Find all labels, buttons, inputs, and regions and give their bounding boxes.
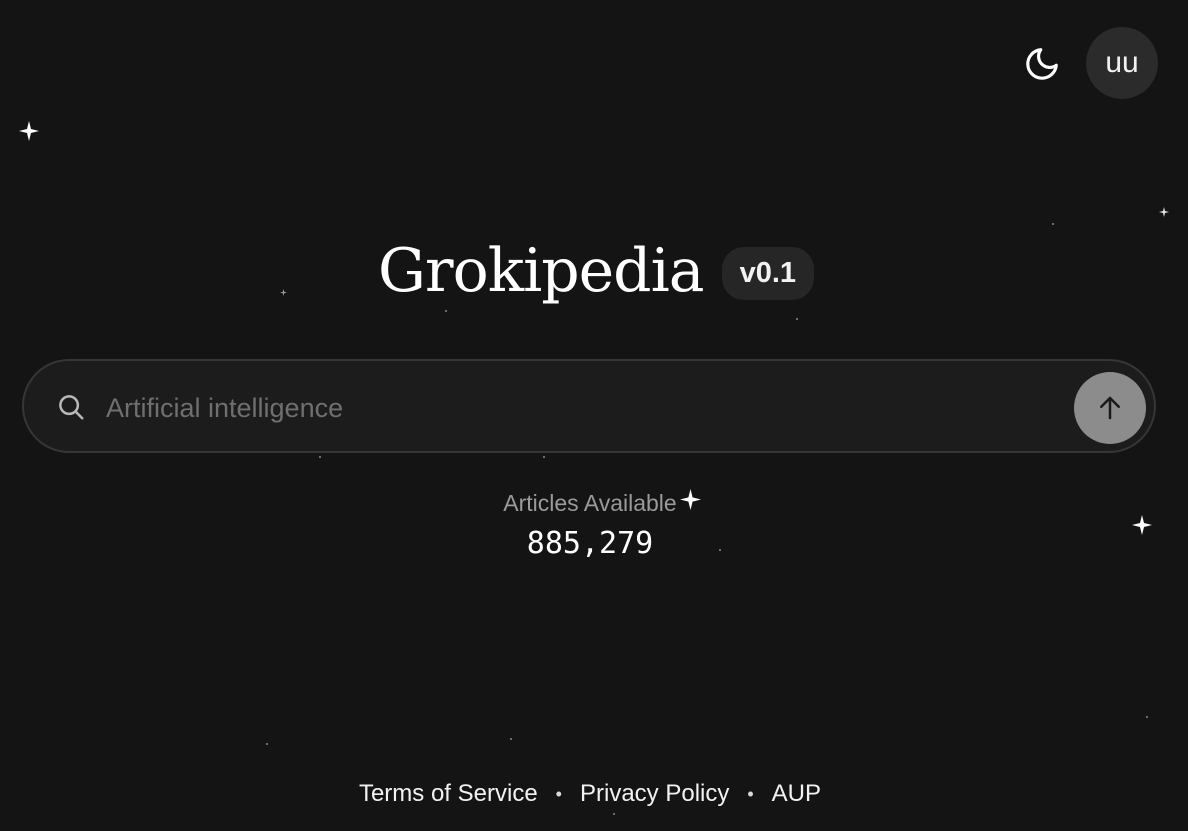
star-dot (613, 813, 615, 815)
terms-of-service-link[interactable]: Terms of Service (359, 780, 538, 808)
star-dot (445, 310, 447, 312)
avatar[interactable]: uu (1086, 27, 1158, 99)
moon-icon (1026, 48, 1058, 80)
footer: Terms of Service • Privacy Policy • AUP (0, 780, 1180, 808)
theme-toggle-button[interactable] (1020, 42, 1064, 86)
privacy-policy-link[interactable]: Privacy Policy (580, 780, 729, 808)
star-dot (319, 456, 321, 458)
star-dot (796, 318, 798, 320)
articles-available-label: Articles Available (503, 490, 677, 516)
version-badge: v0.1 (721, 246, 815, 300)
footer-separator: • (747, 783, 754, 804)
search-bar (22, 359, 1156, 453)
avatar-initials: uu (1105, 46, 1139, 79)
search-icon (56, 392, 86, 422)
articles-count: 885,279 (526, 526, 654, 561)
aup-link[interactable]: AUP (772, 780, 821, 808)
page: uu Grokipedia v0.1 Articles Available 88… (0, 0, 1188, 831)
arrow-up-icon (1100, 396, 1120, 420)
search-submit-button[interactable] (1074, 372, 1146, 444)
star-dot (510, 738, 512, 740)
search-input[interactable] (104, 381, 1068, 435)
brand-logo-text: Grokipedia (377, 236, 705, 306)
star-dot (1052, 223, 1054, 225)
sparkle-icon (19, 121, 39, 145)
star-dot (543, 456, 545, 458)
star-dot (1146, 716, 1148, 718)
brand-title-row: Grokipedia v0.1 (0, 236, 1188, 306)
star-dot (266, 743, 268, 745)
sparkle-icon (1159, 205, 1169, 221)
footer-separator: • (555, 783, 562, 804)
